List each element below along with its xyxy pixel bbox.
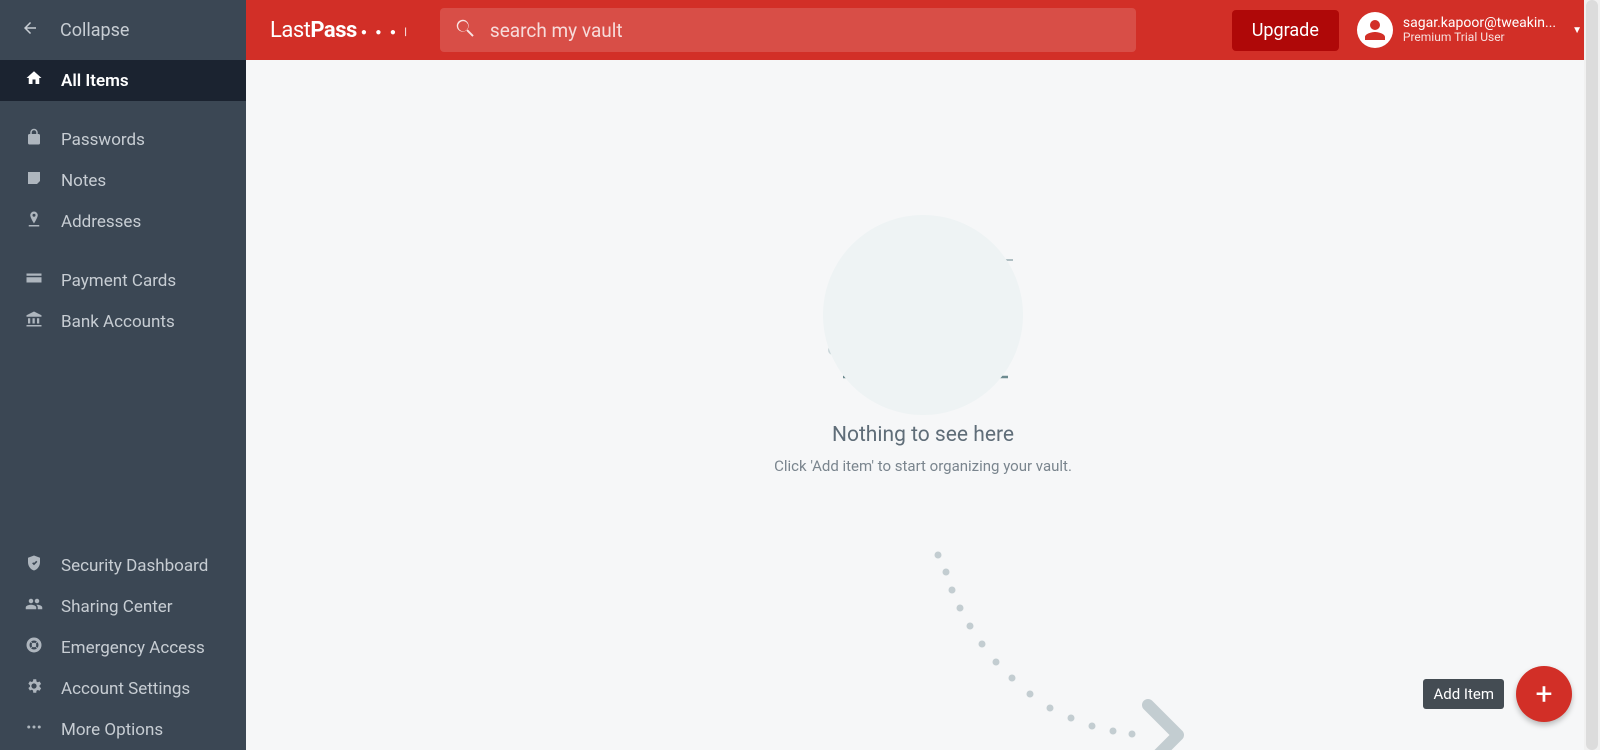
lifebuoy-icon bbox=[21, 636, 47, 659]
logo-text-b: Pass bbox=[310, 18, 356, 43]
sidebar-item-account-settings[interactable]: Account Settings bbox=[0, 668, 246, 709]
sidebar-item-label: Security Dashboard bbox=[61, 556, 208, 576]
logo-dots-icon: ● ● ● | bbox=[361, 27, 410, 38]
sidebar: Collapse All Items Passwords Notes A bbox=[0, 0, 246, 750]
plus-icon: + bbox=[1535, 677, 1552, 712]
account-tier: Premium Trial User bbox=[1403, 31, 1556, 45]
home-icon bbox=[21, 69, 47, 92]
sidebar-item-label: Sharing Center bbox=[61, 597, 173, 617]
sidebar-item-label: Emergency Access bbox=[61, 638, 205, 658]
people-icon bbox=[21, 595, 47, 618]
sidebar-item-label: Addresses bbox=[61, 212, 141, 232]
sidebar-item-security-dashboard[interactable]: Security Dashboard bbox=[0, 545, 246, 586]
arrow-trail-illustration bbox=[928, 550, 1188, 750]
vertical-scrollbar[interactable] bbox=[1584, 0, 1600, 750]
sidebar-item-label: Payment Cards bbox=[61, 271, 176, 291]
sidebar-item-label: Passwords bbox=[61, 130, 145, 150]
empty-state: Nothing to see here Click 'Add item' to … bbox=[774, 225, 1072, 475]
sidebar-item-emergency-access[interactable]: Emergency Access bbox=[0, 627, 246, 668]
bank-icon bbox=[21, 310, 47, 333]
vault-illustration bbox=[823, 225, 1023, 405]
sidebar-item-label: Account Settings bbox=[61, 679, 190, 699]
search-icon bbox=[454, 17, 476, 43]
gear-icon bbox=[21, 677, 47, 700]
account-email: sagar.kapoor@tweakin... bbox=[1403, 15, 1556, 31]
content: Nothing to see here Click 'Add item' to … bbox=[246, 60, 1600, 750]
shield-icon bbox=[21, 554, 47, 577]
search-input[interactable] bbox=[490, 19, 1122, 42]
sidebar-item-notes[interactable]: Notes bbox=[0, 160, 246, 201]
sidebar-item-sharing-center[interactable]: Sharing Center bbox=[0, 586, 246, 627]
logo-text-a: Last bbox=[270, 18, 310, 43]
sidebar-item-label: Bank Accounts bbox=[61, 312, 175, 332]
logo: LastPass ● ● ● | bbox=[270, 18, 410, 43]
sidebar-item-all-items[interactable]: All Items bbox=[0, 60, 246, 101]
lock-icon bbox=[21, 128, 47, 151]
upgrade-button[interactable]: Upgrade bbox=[1232, 10, 1339, 51]
more-icon bbox=[21, 718, 47, 741]
collapse-sidebar-button[interactable]: Collapse bbox=[0, 0, 246, 60]
empty-title: Nothing to see here bbox=[774, 423, 1072, 447]
fab-tooltip: Add Item bbox=[1423, 679, 1504, 709]
collapse-label: Collapse bbox=[60, 20, 129, 41]
credit-card-icon bbox=[21, 269, 47, 292]
address-icon bbox=[21, 210, 47, 233]
empty-subtitle: Click 'Add item' to start organizing you… bbox=[774, 457, 1072, 475]
sidebar-item-more-options[interactable]: More Options bbox=[0, 709, 246, 750]
add-item-fab[interactable]: + bbox=[1516, 666, 1572, 722]
sidebar-item-label: Notes bbox=[61, 171, 106, 191]
sidebar-item-passwords[interactable]: Passwords bbox=[0, 119, 246, 160]
header: LastPass ● ● ● | Upgrade sagar.kapoor@twe… bbox=[246, 0, 1600, 60]
note-icon bbox=[21, 169, 47, 192]
sidebar-item-label: All Items bbox=[61, 71, 129, 91]
sidebar-item-bank-accounts[interactable]: Bank Accounts bbox=[0, 301, 246, 342]
search-box[interactable] bbox=[440, 8, 1136, 52]
caret-down-icon: ▼ bbox=[1572, 25, 1582, 36]
account-menu[interactable]: sagar.kapoor@tweakin... Premium Trial Us… bbox=[1357, 12, 1582, 48]
sidebar-item-payment-cards[interactable]: Payment Cards bbox=[0, 260, 246, 301]
sidebar-item-addresses[interactable]: Addresses bbox=[0, 201, 246, 242]
sidebar-item-label: More Options bbox=[61, 720, 163, 740]
main-panel: LastPass ● ● ● | Upgrade sagar.kapoor@twe… bbox=[246, 0, 1600, 750]
avatar bbox=[1357, 12, 1393, 48]
collapse-arrow-icon bbox=[21, 19, 39, 42]
